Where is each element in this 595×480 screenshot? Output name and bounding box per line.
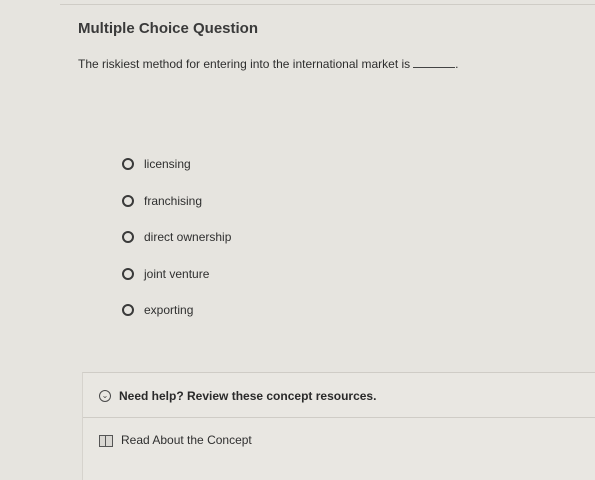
option-joint-venture[interactable]: joint venture bbox=[122, 256, 231, 293]
radio-button[interactable] bbox=[122, 304, 134, 317]
read-concept-link[interactable]: Read About the Concept bbox=[99, 433, 252, 447]
radio-button[interactable] bbox=[122, 194, 134, 207]
question-prompt: The riskiest method for entering into th… bbox=[78, 57, 459, 71]
option-label: joint venture bbox=[144, 266, 210, 281]
option-label: exporting bbox=[144, 303, 194, 318]
help-toggle[interactable]: ⌄ Need help? Review these concept resour… bbox=[99, 389, 376, 403]
page-title: Multiple Choice Question bbox=[78, 20, 259, 37]
radio-button[interactable] bbox=[122, 158, 134, 171]
answer-blank bbox=[413, 67, 456, 68]
radio-button[interactable] bbox=[122, 231, 134, 244]
option-direct-ownership[interactable]: direct ownership bbox=[122, 219, 231, 256]
answer-options: licensing franchising direct ownership j… bbox=[122, 146, 231, 329]
option-licensing[interactable]: licensing bbox=[122, 146, 231, 183]
top-divider bbox=[60, 4, 595, 5]
help-divider bbox=[83, 417, 595, 418]
radio-button[interactable] bbox=[122, 267, 134, 280]
option-label: franchising bbox=[144, 193, 203, 208]
book-icon bbox=[99, 434, 113, 447]
question-text: The riskiest method for entering into th… bbox=[78, 57, 411, 71]
read-concept-label[interactable]: Read About the Concept bbox=[121, 433, 252, 447]
help-panel: ⌄ Need help? Review these concept resour… bbox=[82, 372, 595, 480]
option-franchising[interactable]: franchising bbox=[122, 183, 231, 220]
option-label: licensing bbox=[144, 157, 191, 172]
option-label: direct ownership bbox=[144, 230, 232, 245]
option-exporting[interactable]: exporting bbox=[122, 292, 231, 329]
help-heading: Need help? Review these concept resource… bbox=[119, 389, 377, 403]
question-suffix: . bbox=[455, 57, 459, 71]
chevron-down-icon[interactable]: ⌄ bbox=[99, 390, 111, 402]
